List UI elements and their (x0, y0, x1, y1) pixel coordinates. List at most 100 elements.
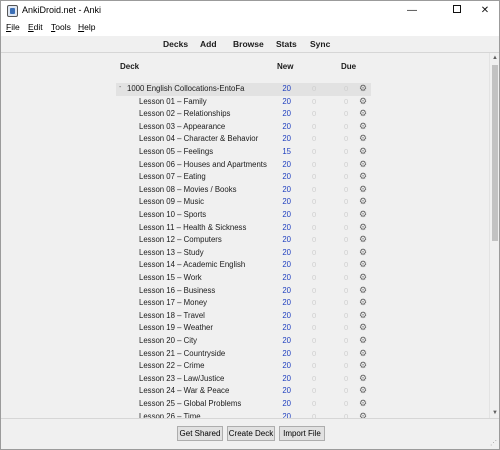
gear-icon[interactable]: ⚙ (359, 385, 367, 396)
deck-row[interactable]: Lesson 18 – Travel 20 0 0 ⚙ (116, 310, 371, 323)
deck-row[interactable]: Lesson 10 – Sports 20 0 0 ⚙ (116, 209, 371, 222)
deck-name-link[interactable]: Lesson 22 – Crime (139, 361, 204, 370)
gear-icon[interactable]: ⚙ (359, 234, 367, 245)
deck-row[interactable]: Lesson 12 – Computers 20 0 0 ⚙ (116, 234, 371, 247)
gear-icon[interactable]: ⚙ (359, 133, 367, 144)
deck-row[interactable]: Lesson 14 – Academic English 20 0 0 ⚙ (116, 259, 371, 272)
deck-name-link[interactable]: Lesson 11 – Health & Sickness (139, 223, 246, 232)
collapse-icon[interactable]: - (119, 84, 121, 91)
deck-row[interactable]: Lesson 16 – Business 20 0 0 ⚙ (116, 285, 371, 298)
deck-name-link[interactable]: Lesson 19 – Weather (139, 323, 213, 332)
gear-icon[interactable]: ⚙ (359, 285, 367, 296)
deck-name-link[interactable]: Lesson 01 – Family (139, 97, 207, 106)
deck-row[interactable]: Lesson 08 – Movies / Books 20 0 0 ⚙ (116, 184, 371, 197)
vertical-scrollbar[interactable]: ▲ ▼ (489, 53, 499, 418)
menu-file[interactable]: File (6, 22, 20, 32)
deck-name-link[interactable]: Lesson 08 – Movies / Books (139, 185, 237, 194)
toolbar-add-link[interactable]: Add (200, 39, 217, 49)
create-deck-button[interactable]: Create Deck (227, 426, 275, 441)
gear-icon[interactable]: ⚙ (359, 209, 367, 220)
deck-row[interactable]: Lesson 22 – Crime 20 0 0 ⚙ (116, 360, 371, 373)
deck-row[interactable]: Lesson 07 – Eating 20 0 0 ⚙ (116, 171, 371, 184)
toolbar-browse-link[interactable]: Browse (233, 39, 264, 49)
gear-icon[interactable]: ⚙ (359, 272, 367, 283)
gear-icon[interactable]: ⚙ (359, 360, 367, 371)
deck-name-link[interactable]: Lesson 02 – Relationships (139, 109, 230, 118)
get-shared-button[interactable]: Get Shared (177, 426, 223, 441)
gear-icon[interactable]: ⚙ (359, 196, 367, 207)
gear-icon[interactable]: ⚙ (359, 310, 367, 321)
gear-icon[interactable]: ⚙ (359, 171, 367, 182)
deck-row[interactable]: Lesson 17 – Money 20 0 0 ⚙ (116, 297, 371, 310)
gear-icon[interactable]: ⚙ (359, 373, 367, 384)
toolbar-stats-link[interactable]: Stats (276, 39, 297, 49)
deck-row[interactable]: Lesson 25 – Global Problems 20 0 0 ⚙ (116, 398, 371, 411)
deck-name-link[interactable]: Lesson 13 – Study (139, 248, 204, 257)
deck-name-link[interactable]: Lesson 18 – Travel (139, 311, 205, 320)
deck-name-link[interactable]: Lesson 07 – Eating (139, 172, 206, 181)
deck-name-link[interactable]: Lesson 20 – City (139, 336, 197, 345)
gear-icon[interactable]: ⚙ (359, 184, 367, 195)
gear-icon[interactable]: ⚙ (359, 348, 367, 359)
gear-icon[interactable]: ⚙ (359, 398, 367, 409)
deck-name-link[interactable]: Lesson 06 – Houses and Apartments (139, 160, 267, 169)
scroll-thumb[interactable] (492, 65, 498, 241)
deck-name-link[interactable]: Lesson 14 – Academic English (139, 260, 245, 269)
gear-icon[interactable]: ⚙ (359, 411, 367, 418)
gear-icon[interactable]: ⚙ (359, 297, 367, 308)
minimize-button[interactable]: — (398, 1, 426, 21)
deck-name-link[interactable]: Lesson 09 – Music (139, 197, 204, 206)
gear-icon[interactable]: ⚙ (359, 335, 367, 346)
deck-row[interactable]: Lesson 03 – Appearance 20 0 0 ⚙ (116, 121, 371, 134)
gear-icon[interactable]: ⚙ (359, 96, 367, 107)
deck-name-link[interactable]: Lesson 03 – Appearance (139, 122, 225, 131)
deck-row[interactable]: Lesson 19 – Weather 20 0 0 ⚙ (116, 322, 371, 335)
scroll-down-arrow-icon[interactable]: ▼ (490, 408, 500, 418)
resize-grip-icon[interactable]: ⋰ (490, 440, 498, 448)
deck-name-link[interactable]: Lesson 12 – Computers (139, 235, 222, 244)
deck-name-link[interactable]: Lesson 16 – Business (139, 286, 215, 295)
gear-icon[interactable]: ⚙ (359, 159, 367, 170)
scroll-up-arrow-icon[interactable]: ▲ (490, 53, 500, 63)
menu-help[interactable]: Help (78, 22, 95, 32)
deck-row[interactable]: Lesson 23 – Law/Justice 20 0 0 ⚙ (116, 373, 371, 386)
import-file-button[interactable]: Import File (279, 426, 325, 441)
deck-name-link[interactable]: Lesson 10 – Sports (139, 210, 206, 219)
deck-row[interactable]: Lesson 20 – City 20 0 0 ⚙ (116, 335, 371, 348)
toolbar-sync-link[interactable]: Sync (310, 39, 330, 49)
deck-row[interactable]: Lesson 02 – Relationships 20 0 0 ⚙ (116, 108, 371, 121)
deck-name-link[interactable]: Lesson 24 – War & Peace (139, 386, 229, 395)
gear-icon[interactable]: ⚙ (359, 121, 367, 132)
deck-name-link[interactable]: Lesson 21 – Countryside (139, 349, 225, 358)
deck-name-link[interactable]: Lesson 25 – Global Problems (139, 399, 241, 408)
gear-icon[interactable]: ⚙ (359, 146, 367, 157)
deck-name-link[interactable]: Lesson 17 – Money (139, 298, 207, 307)
deck-row[interactable]: Lesson 21 – Countryside 20 0 0 ⚙ (116, 348, 371, 361)
gear-icon[interactable]: ⚙ (359, 83, 367, 94)
deck-row[interactable]: Lesson 01 – Family 20 0 0 ⚙ (116, 96, 371, 109)
deck-name-link[interactable]: 1000 English Collocations-EntoFa (127, 84, 244, 93)
gear-icon[interactable]: ⚙ (359, 222, 367, 233)
deck-row[interactable]: Lesson 09 – Music 20 0 0 ⚙ (116, 196, 371, 209)
deck-row[interactable]: Lesson 05 – Feelings 15 0 0 ⚙ (116, 146, 371, 159)
deck-name-link[interactable]: Lesson 23 – Law/Justice (139, 374, 224, 383)
toolbar-decks-link[interactable]: Decks (163, 39, 188, 49)
gear-icon[interactable]: ⚙ (359, 259, 367, 270)
maximize-button[interactable] (443, 1, 471, 21)
deck-row[interactable]: Lesson 24 – War & Peace 20 0 0 ⚙ (116, 385, 371, 398)
menu-edit[interactable]: Edit (28, 22, 43, 32)
gear-icon[interactable]: ⚙ (359, 108, 367, 119)
deck-row[interactable]: Lesson 15 – Work 20 0 0 ⚙ (116, 272, 371, 285)
deck-row[interactable]: Lesson 26 – Time 20 0 0 ⚙ (116, 411, 371, 418)
deck-row[interactable]: Lesson 13 – Study 20 0 0 ⚙ (116, 247, 371, 260)
gear-icon[interactable]: ⚙ (359, 247, 367, 258)
menu-tools[interactable]: Tools (51, 22, 71, 32)
deck-row[interactable]: Lesson 11 – Health & Sickness 20 0 0 ⚙ (116, 222, 371, 235)
deck-name-link[interactable]: Lesson 15 – Work (139, 273, 202, 282)
deck-row[interactable]: Lesson 04 – Character & Behavior 20 0 0 ⚙ (116, 133, 371, 146)
deck-name-link[interactable]: Lesson 04 – Character & Behavior (139, 134, 258, 143)
deck-name-link[interactable]: Lesson 05 – Feelings (139, 147, 213, 156)
gear-icon[interactable]: ⚙ (359, 322, 367, 333)
close-button[interactable]: ✕ (471, 1, 499, 21)
deck-row[interactable]: Lesson 06 – Houses and Apartments 20 0 0 ⚙ (116, 159, 371, 172)
